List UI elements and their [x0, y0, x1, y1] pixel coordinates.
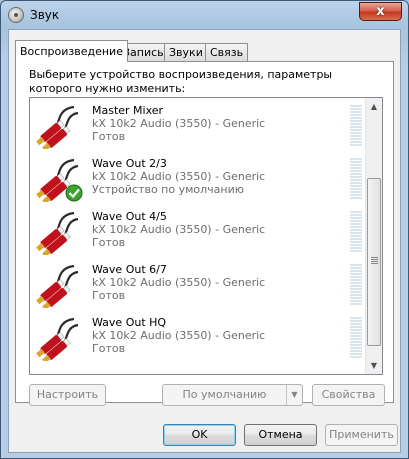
scroll-down-arrow-icon[interactable]: ▼ [366, 357, 382, 374]
playback-description: Выберите устройство воспроизведения, пар… [29, 68, 333, 95]
rca-plug-icon [36, 317, 79, 361]
device-list-scrollbar[interactable]: ▲ ▼ [365, 98, 382, 374]
device-driver: kX 10k2 Audio (3550) - Generic [92, 223, 266, 236]
rca-plug-icon [36, 211, 79, 255]
tab-sounds[interactable]: Звуки [164, 43, 208, 61]
rca-plug-icon [36, 158, 83, 202]
device-status: Устройство по умолчанию [92, 183, 245, 196]
device-list[interactable]: Master Mixer kX 10k2 Audio (3550) - Gene… [29, 97, 383, 375]
device-name: Wave Out 6/7 [92, 263, 167, 276]
set-default-button[interactable]: По умолчанию ▼ [162, 384, 303, 406]
device-name: Master Mixer [92, 104, 164, 117]
dropdown-arrow-icon[interactable]: ▼ [286, 385, 302, 405]
close-button[interactable]: x [359, 2, 402, 21]
volume-level-meter [350, 158, 362, 200]
volume-level-meter [350, 317, 362, 359]
scroll-up-arrow-icon[interactable]: ▲ [366, 98, 382, 115]
device-driver: kX 10k2 Audio (3550) - Generic [92, 170, 266, 183]
device-name: Wave Out 4/5 [92, 210, 167, 223]
apply-button[interactable]: Применить [325, 424, 398, 446]
device-row-master-mixer[interactable]: Master Mixer kX 10k2 Audio (3550) - Gene… [30, 98, 366, 151]
title-bar[interactable]: Звук x [1, 1, 408, 29]
device-status: Готов [92, 130, 126, 143]
device-name: Wave Out 2/3 [92, 157, 167, 170]
ok-button[interactable]: OK [163, 424, 236, 446]
device-driver: kX 10k2 Audio (3550) - Generic [92, 329, 266, 342]
set-default-label: По умолчанию [182, 388, 267, 401]
speaker-icon [8, 7, 24, 23]
device-name: Wave Out HQ [92, 316, 167, 329]
window-title: Звук [30, 8, 60, 22]
volume-level-meter [350, 105, 362, 147]
device-row-wave-out-2-3[interactable]: Wave Out 2/3 kX 10k2 Audio (3550) - Gene… [30, 151, 366, 204]
device-row-wave-out-hq[interactable]: Wave Out HQ kX 10k2 Audio (3550) - Gener… [30, 310, 366, 363]
rca-plug-icon [36, 264, 79, 308]
properties-button[interactable]: Свойства [312, 384, 385, 406]
device-row-wave-out-4-5[interactable]: Wave Out 4/5 kX 10k2 Audio (3550) - Gene… [30, 204, 366, 257]
sound-dialog: Звук x Воспроизведение Запись Звуки Связ… [0, 0, 409, 459]
tab-playback[interactable]: Воспроизведение [15, 40, 128, 62]
rca-plug-icon [36, 105, 79, 149]
volume-level-meter [350, 211, 362, 253]
device-status: Готов [92, 236, 126, 249]
scroll-thumb[interactable] [367, 178, 381, 346]
volume-level-meter [350, 264, 362, 306]
grip-icon [371, 257, 378, 264]
cancel-button[interactable]: Отмена [244, 424, 317, 446]
device-driver: kX 10k2 Audio (3550) - Generic [92, 117, 266, 130]
device-status: Готов [92, 342, 126, 355]
device-driver: kX 10k2 Audio (3550) - Generic [92, 276, 266, 289]
default-device-check-icon [65, 184, 83, 202]
dialog-client: Воспроизведение Запись Звуки Связь Выбер… [8, 29, 401, 453]
device-status: Готов [92, 289, 126, 302]
device-row-wave-out-6-7[interactable]: Wave Out 6/7 kX 10k2 Audio (3550) - Gene… [30, 257, 366, 310]
configure-button[interactable]: Настроить [29, 384, 106, 406]
tab-communications[interactable]: Связь [205, 43, 249, 61]
playback-panel: Выберите устройство воспроизведения, пар… [15, 61, 394, 406]
